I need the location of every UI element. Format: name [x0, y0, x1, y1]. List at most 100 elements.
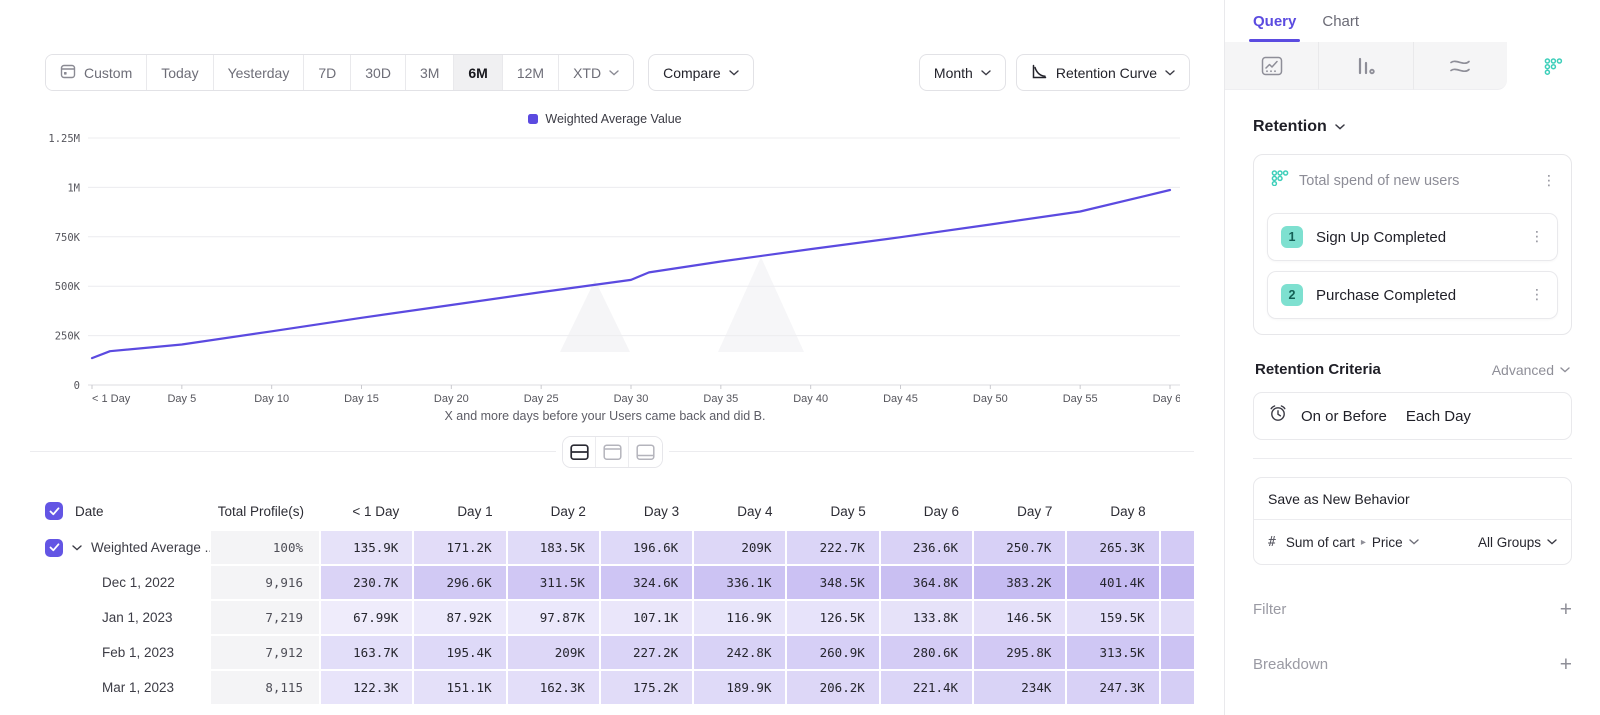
tab-query[interactable]: Query: [1253, 0, 1296, 42]
retention-value-cell[interactable]: 250.7K: [973, 530, 1066, 565]
svg-text:Day 25: Day 25: [524, 393, 559, 405]
table-row[interactable]: Mar 1, 20238,115122.3K151.1K162.3K175.2K…: [0, 670, 1224, 705]
retention-value-cell[interactable]: 146.5K: [973, 600, 1066, 635]
kebab-menu-icon[interactable]: ⋮: [1530, 288, 1544, 302]
retention-value-cell[interactable]: 126.5K: [786, 600, 879, 635]
svg-text:Day 15: Day 15: [344, 393, 379, 405]
retention-value-cell[interactable]: 401.4K: [1066, 565, 1159, 600]
range-button-30d[interactable]: 30D: [351, 55, 406, 90]
retention-value-cell[interactable]: 295.8K: [973, 635, 1066, 670]
all-groups-dropdown[interactable]: All Groups: [1478, 535, 1557, 550]
granularity-label: Month: [934, 65, 973, 81]
metric-property: Price: [1372, 535, 1403, 550]
kebab-menu-icon[interactable]: ⋮: [1542, 174, 1556, 188]
retention-value-cell[interactable]: 227.2K: [600, 635, 693, 670]
retention-value-cell[interactable]: 280.6K: [880, 635, 973, 670]
table-top-view-button[interactable]: [596, 437, 629, 467]
retention-value-cell[interactable]: 265.3K: [1066, 530, 1159, 565]
retention-value-cell[interactable]: 296.6K: [413, 565, 506, 600]
retention-value-cell[interactable]: 313.5K: [1066, 635, 1159, 670]
retention-value-cell[interactable]: 336.1K: [693, 565, 786, 600]
retention-value-cell[interactable]: 135.9K: [320, 530, 413, 565]
retention-value-cell[interactable]: 151.1K: [413, 670, 506, 705]
criteria-condition: On or Before: [1301, 408, 1387, 425]
range-button-6m[interactable]: 6M: [454, 55, 502, 90]
svg-text:0: 0: [74, 380, 80, 392]
retention-value-cell[interactable]: 133.8K: [880, 600, 973, 635]
range-button-custom[interactable]: Custom: [46, 55, 147, 90]
retention-value-cell[interactable]: 175.2K: [600, 670, 693, 705]
retention-value-cell[interactable]: 162.3K: [507, 670, 600, 705]
chart-x-axis-caption: X and more days before your Users came b…: [30, 409, 1180, 423]
retention-value-cell[interactable]: 183.5K: [507, 530, 600, 565]
behavior-step-1[interactable]: 1Sign Up Completed⋮: [1267, 213, 1558, 261]
chart-type-dropdown[interactable]: Retention Curve: [1016, 54, 1190, 91]
retention-value-cell[interactable]: 236.6K: [880, 530, 973, 565]
retention-value-cell[interactable]: 206.2K: [786, 670, 879, 705]
add-breakdown-button[interactable]: +: [1560, 654, 1572, 675]
retention-value-cell[interactable]: 209K: [507, 635, 600, 670]
retention-criteria-row[interactable]: On or Before Each Day: [1253, 392, 1572, 440]
retention-value-cell[interactable]: 230.7K: [320, 565, 413, 600]
granularity-dropdown[interactable]: Month: [919, 54, 1006, 91]
split-view-button[interactable]: [563, 437, 596, 467]
table-row[interactable]: Feb 1, 20237,912163.7K195.4K209K227.2K24…: [0, 635, 1224, 670]
range-button-3m[interactable]: 3M: [406, 55, 454, 90]
divider: [1253, 458, 1572, 459]
report-tab-insights[interactable]: [1225, 42, 1319, 90]
retention-value-cell[interactable]: 311.5K: [507, 565, 600, 600]
add-filter-button[interactable]: +: [1560, 599, 1572, 620]
table-header-row: DateTotal Profile(s)< 1 DayDay 1Day 2Day…: [0, 492, 1224, 530]
table-row[interactable]: Dec 1, 20229,916230.7K296.6K311.5K324.6K…: [0, 565, 1224, 600]
retention-value-cell[interactable]: 122.3K: [320, 670, 413, 705]
chevron-down-icon[interactable]: [72, 545, 82, 551]
save-as-new-behavior-button[interactable]: Save as New Behavior: [1254, 478, 1571, 520]
table-bottom-view-button[interactable]: [629, 437, 662, 467]
metric-property-dropdown[interactable]: Sum of cart ▸ Price: [1286, 535, 1419, 550]
report-tab-flows[interactable]: [1414, 42, 1507, 90]
retention-value-cell[interactable]: 234K: [973, 670, 1066, 705]
range-button-xtd[interactable]: XTD: [559, 55, 633, 90]
retention-value-cell[interactable]: 222.7K: [786, 530, 879, 565]
range-button-7d[interactable]: 7D: [304, 55, 351, 90]
table-row[interactable]: Weighted Average ...100%135.9K171.2K183.…: [0, 530, 1224, 565]
compare-button[interactable]: Compare: [648, 54, 754, 91]
table-row[interactable]: Jan 1, 20237,21967.99K87.92K97.87K107.1K…: [0, 600, 1224, 635]
retention-value-cell[interactable]: 242.8K: [693, 635, 786, 670]
retention-value-cell[interactable]: 209K: [693, 530, 786, 565]
retention-value-cell[interactable]: 163.7K: [320, 635, 413, 670]
behavior-dots-icon: [1271, 170, 1289, 191]
retention-value-cell[interactable]: 383.2K: [973, 565, 1066, 600]
retention-value-cell[interactable]: 171.2K: [413, 530, 506, 565]
retention-value-cell[interactable]: 159.5K: [1066, 600, 1159, 635]
report-tab-funnels[interactable]: [1319, 42, 1413, 90]
retention-value-cell[interactable]: 221.4K: [880, 670, 973, 705]
range-button-today[interactable]: Today: [147, 55, 213, 90]
retention-value-cell[interactable]: 348.5K: [786, 565, 879, 600]
row-checkbox[interactable]: [45, 539, 63, 557]
retention-value-cell[interactable]: 324.6K: [600, 565, 693, 600]
retention-value-cell[interactable]: 97.87K: [507, 600, 600, 635]
range-button-yesterday[interactable]: Yesterday: [214, 55, 305, 90]
behavior-step-2[interactable]: 2Purchase Completed⋮: [1267, 271, 1558, 319]
tab-chart[interactable]: Chart: [1322, 0, 1359, 42]
report-tab-retention[interactable]: [1507, 42, 1600, 90]
retention-value-cell[interactable]: 116.9K: [693, 600, 786, 635]
query-builder-panel: QueryChart Retention Total spend of new …: [1224, 0, 1600, 715]
retention-value-cell[interactable]: 87.92K: [413, 600, 506, 635]
kebab-menu-icon[interactable]: ⋮: [1530, 230, 1544, 244]
retention-value-cell[interactable]: 260.9K: [786, 635, 879, 670]
retention-value-cell[interactable]: 189.9K: [693, 670, 786, 705]
metric-row[interactable]: # Sum of cart ▸ Price All Groups: [1254, 520, 1571, 564]
retention-value-cell[interactable]: 364.8K: [880, 565, 973, 600]
retention-value-cell[interactable]: 67.99K: [320, 600, 413, 635]
range-button-12m[interactable]: 12M: [503, 55, 559, 90]
select-all-checkbox[interactable]: [45, 502, 63, 520]
retention-value-cell[interactable]: 195.4K: [413, 635, 506, 670]
retention-line-chart[interactable]: 0250K500K750K1M1.25M< 1 DayDay 5Day 10Da…: [30, 130, 1180, 422]
retention-value-cell[interactable]: 196.6K: [600, 530, 693, 565]
retention-value-cell[interactable]: 107.1K: [600, 600, 693, 635]
advanced-dropdown[interactable]: Advanced: [1492, 362, 1570, 378]
retention-section-dropdown[interactable]: Retention: [1253, 118, 1572, 136]
retention-value-cell[interactable]: 247.3K: [1066, 670, 1159, 705]
